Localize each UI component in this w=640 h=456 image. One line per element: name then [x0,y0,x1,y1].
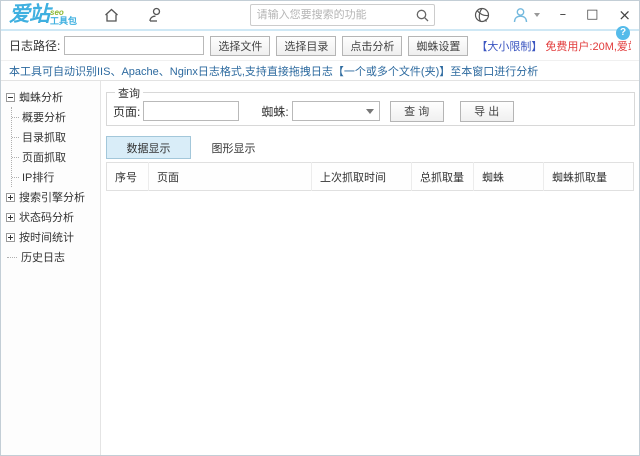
size-limit-notice: 【大小限制】 免费用户:20M,爱站学员:500M,VIP/站群用户:无限制 [476,38,631,54]
view-tabstrip: 数据显示 图形显示 [106,136,635,159]
col-total-crawls[interactable]: 总抓取量 [412,163,474,191]
spider-label: 蜘蛛: [261,103,288,120]
app-window: 爱站 seo 工具包 [0,0,640,456]
table-header-row: 序号 页面 上次抓取时间 总抓取量 蜘蛛 蜘蛛抓取量 [107,163,634,191]
close-button[interactable]: × [618,8,631,22]
drag-tip-row: 本工具可自动识别IIS、Apache、Nginx日志格式,支持直接拖拽日志【一个… [1,61,639,81]
logo-main-text: 爱站 [9,4,49,26]
account-caret-icon[interactable] [534,13,540,17]
crawl-data-table: 序号 页面 上次抓取时间 总抓取量 蜘蛛 蜘蛛抓取量 [106,162,634,191]
sidebar-item-page-crawl[interactable]: 页面抓取 [12,147,100,167]
sidebar-item-spider-analysis[interactable]: 蜘蛛分析 [6,87,100,107]
sidebar-item-directory-crawl[interactable]: 目录抓取 [12,127,100,147]
query-button[interactable]: 查 询 [390,101,444,122]
home-icon[interactable] [103,7,120,24]
sidebar-item-status-code-analysis[interactable]: 状态码分析 [6,207,100,227]
tree-label: 目录抓取 [22,129,66,145]
spider-settings-button[interactable]: 蜘蛛设置 [408,36,468,56]
col-index[interactable]: 序号 [107,163,149,191]
search-icon[interactable] [415,8,430,23]
drag-tip-text: 本工具可自动识别IIS、Apache、Nginx日志格式,支持直接拖拽日志【一个… [9,63,538,79]
log-path-input[interactable] [64,36,204,55]
tab-graph-display[interactable]: 图形显示 [191,136,276,159]
user-account-icon[interactable] [511,6,530,25]
sidebar-item-time-statistics[interactable]: 按时间统计 [6,227,100,247]
page-label: 页面: [113,103,140,120]
sidebar-item-ip-ranking[interactable]: IP排行 [12,167,100,187]
tree-label: 概要分析 [22,109,66,125]
tree-label: IP排行 [22,169,54,185]
tree-label: 历史日志 [21,249,65,265]
chevron-down-icon [366,109,374,114]
spider-select[interactable] [292,101,380,121]
titlebar: 爱站 seo 工具包 [1,1,639,31]
sidebar-tree: 蜘蛛分析 概要分析 目录抓取 页面抓取 IP排行 搜索引擎分析 [1,81,101,455]
query-legend: 查询 [115,85,143,101]
maximize-button[interactable]: □ [586,8,598,22]
help-badge-icon[interactable]: ? [616,26,630,40]
sidebar-item-search-engine-analysis[interactable]: 搜索引擎分析 [6,187,100,207]
col-last-crawl-time[interactable]: 上次抓取时间 [312,163,412,191]
member-icon[interactable] [146,6,164,24]
log-toolbar: 日志路径: 选择文件 选择目录 点击分析 蜘蛛设置 【大小限制】 免费用户:20… [1,31,639,61]
tree-label: 页面抓取 [22,149,66,165]
expand-icon[interactable] [6,193,15,202]
page-filter-input[interactable] [143,101,239,121]
minimize-button[interactable]: – [560,8,567,22]
collapse-icon[interactable] [6,93,15,102]
logo-toolkit-text: 工具包 [50,17,77,26]
tab-data-display[interactable]: 数据显示 [106,136,191,159]
app-logo: 爱站 seo 工具包 [9,4,77,26]
export-button[interactable]: 导 出 [460,101,514,122]
col-page[interactable]: 页面 [149,163,312,191]
log-path-label: 日志路径: [9,37,60,54]
search-input[interactable] [257,9,415,21]
expand-icon[interactable] [6,233,15,242]
size-limit-text: 免费用户:20M,爱站学员:500M,VIP/站群用户:无限制 [545,41,631,53]
col-spider-crawls[interactable]: 蜘蛛抓取量 [544,163,634,191]
tree-label: 按时间统计 [19,229,74,245]
expand-icon[interactable] [6,213,15,222]
sidebar-item-history-log[interactable]: 历史日志 [6,247,100,267]
select-directory-button[interactable]: 选择目录 [276,36,336,56]
size-limit-prefix: 【大小限制】 [476,41,542,53]
tree-label: 搜索引擎分析 [19,189,85,205]
globe-icon[interactable] [473,6,491,24]
query-groupbox: 查询 页面: 蜘蛛: 查 询 导 出 [106,92,635,126]
click-analyze-button[interactable]: 点击分析 [342,36,402,56]
sidebar-item-summary-analysis[interactable]: 概要分析 [12,107,100,127]
main-panel: 查询 页面: 蜘蛛: 查 询 导 出 数据显示 图形显示 [101,81,639,455]
function-search-box [250,4,435,26]
select-file-button[interactable]: 选择文件 [210,36,270,56]
col-spider[interactable]: 蜘蛛 [474,163,544,191]
tree-label: 蜘蛛分析 [19,89,63,105]
tree-label: 状态码分析 [19,209,74,225]
